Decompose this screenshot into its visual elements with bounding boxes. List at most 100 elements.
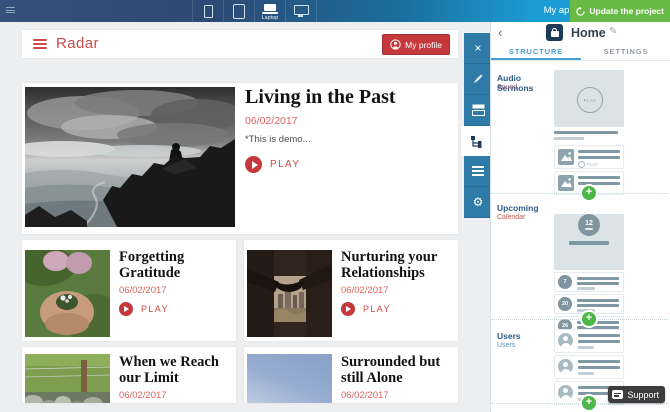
app-preview-header: Radar My profile	[22, 30, 458, 58]
banner-button[interactable]	[464, 95, 492, 126]
list-icon	[472, 166, 484, 176]
article-date: 06/02/2017	[119, 390, 232, 401]
sound-widget-preview[interactable]: PLAY PLAY	[554, 70, 624, 195]
placeholder-bar	[577, 277, 619, 280]
settings-button[interactable]: ⚙	[464, 187, 492, 218]
panel-header: ‹ Home ✎	[491, 22, 670, 44]
article-card[interactable]: Nurturing your Relationships 06/02/2017 …	[244, 240, 458, 341]
placeholder-bar	[578, 360, 620, 363]
article-date: 06/02/2017	[119, 285, 232, 296]
placeholder-bar	[577, 287, 595, 290]
placeholder-bar	[578, 176, 620, 179]
avatar-icon	[558, 359, 573, 374]
structure-panel: ‹ Home ✎ STRUCTURE SETTINGS Audio Sermon…	[490, 22, 670, 412]
image-placeholder-icon	[558, 175, 574, 191]
card-content: Nurturing your Relationships 06/02/2017 …	[341, 249, 454, 316]
calendar-header-placeholder: 12	[554, 214, 624, 270]
section-divider	[491, 319, 670, 320]
play-button[interactable]: PLAY	[341, 302, 411, 316]
placeholder-bar	[578, 334, 620, 337]
image-placeholder-icon	[558, 149, 574, 165]
card-image-relationships	[247, 250, 332, 337]
update-project-button[interactable]: Update the project	[570, 0, 670, 22]
section-category: Calendar	[497, 214, 551, 221]
desktop-icon	[294, 5, 309, 15]
avatar-icon	[558, 333, 573, 348]
close-editor-button[interactable]: ×	[464, 33, 492, 64]
tab-structure[interactable]: STRUCTURE	[491, 44, 581, 60]
placeholder-bar	[554, 131, 618, 134]
track-row-placeholder: PLAY	[554, 145, 624, 169]
phone-icon	[204, 5, 213, 18]
panel-tabs: STRUCTURE SETTINGS	[491, 44, 670, 61]
placeholder-bar	[578, 156, 620, 159]
section-name-upcoming[interactable]: Upcoming	[497, 203, 551, 213]
article-card[interactable]: Forgetting Gratitude 06/02/2017 PLAY	[22, 240, 236, 341]
device-switcher: Laptop	[192, 0, 317, 22]
placeholder-bar	[578, 150, 620, 153]
play-button[interactable]: PLAY	[119, 302, 189, 316]
back-chevron-icon[interactable]: ‹	[498, 25, 502, 40]
card-content: Forgetting Gratitude 06/02/2017 PLAY	[119, 249, 232, 316]
pages-list-button[interactable]	[464, 156, 492, 187]
sound-player-placeholder: PLAY	[554, 70, 624, 127]
play-icon	[341, 302, 355, 316]
laptop-label: Laptop	[262, 15, 279, 21]
card-content: Surrounded but still Alone 06/02/2017	[341, 354, 454, 401]
support-button[interactable]: Support	[608, 386, 665, 403]
top-bar: Laptop My apps▾ Update the project	[0, 0, 670, 22]
section-name-users[interactable]: Users	[497, 331, 551, 341]
placeholder-bar	[577, 299, 619, 302]
section-divider	[491, 403, 670, 404]
section-category: Sound	[497, 84, 551, 91]
user-row-placeholder	[554, 329, 624, 353]
device-phone-button[interactable]	[192, 0, 223, 22]
add-feature-button[interactable]: +	[582, 312, 596, 326]
article-title: Surrounded but still Alone	[341, 354, 454, 386]
placeholder-bar	[578, 372, 594, 375]
article-title: When we Reach our Limit	[119, 354, 232, 386]
day-badge: 20	[558, 297, 572, 311]
home-page-icon[interactable]	[546, 24, 563, 41]
app-menu-icon[interactable]	[33, 39, 47, 49]
device-laptop-button[interactable]: Laptop	[254, 0, 285, 22]
card-image-gratitude	[25, 250, 110, 337]
tab-settings[interactable]: SETTINGS	[581, 44, 670, 60]
card-image-limit	[25, 354, 110, 403]
laptop-icon	[262, 4, 278, 14]
design-button[interactable]	[464, 64, 492, 95]
editor-toolbar: × ⚙	[464, 33, 492, 218]
chat-bubble-icon	[612, 390, 623, 399]
event-row-placeholder: 20	[554, 294, 624, 314]
structure-button[interactable]	[461, 126, 492, 156]
calendar-date-badge: 12	[578, 214, 600, 236]
add-feature-button[interactable]: +	[582, 186, 596, 200]
hero-image	[25, 87, 235, 227]
structure-tree-icon	[470, 135, 483, 148]
hero-article[interactable]: Living in the Past 06/02/2017 *This is d…	[22, 83, 458, 234]
article-excerpt: *This is demo...	[245, 134, 452, 145]
placeholder-bar	[569, 241, 609, 245]
placeholder-bar	[578, 340, 620, 343]
play-button[interactable]: PLAY	[245, 156, 315, 173]
edit-pencil-icon[interactable]: ✎	[609, 26, 617, 37]
device-desktop-button[interactable]	[285, 0, 317, 22]
article-card[interactable]: When we Reach our Limit 06/02/2017	[22, 347, 236, 403]
day-badge: 7	[558, 275, 572, 289]
user-row-placeholder	[554, 355, 624, 379]
play-circle-icon	[578, 161, 585, 168]
placeholder-bar	[578, 366, 620, 369]
article-date: 06/02/2017	[245, 115, 452, 127]
placeholder-bar	[578, 182, 620, 185]
article-card[interactable]: Surrounded but still Alone 06/02/2017	[244, 347, 458, 403]
refresh-icon	[576, 7, 585, 16]
my-profile-button[interactable]: My profile	[382, 34, 450, 55]
main-menu-icon[interactable]	[6, 7, 15, 14]
add-feature-button[interactable]: +	[582, 396, 596, 410]
tablet-icon	[233, 4, 245, 19]
card-content: When we Reach our Limit 06/02/2017	[119, 354, 232, 401]
device-tablet-button[interactable]	[223, 0, 254, 22]
article-title: Living in the Past	[245, 87, 452, 108]
article-title: Forgetting Gratitude	[119, 249, 232, 281]
section-category: Users	[497, 342, 551, 349]
